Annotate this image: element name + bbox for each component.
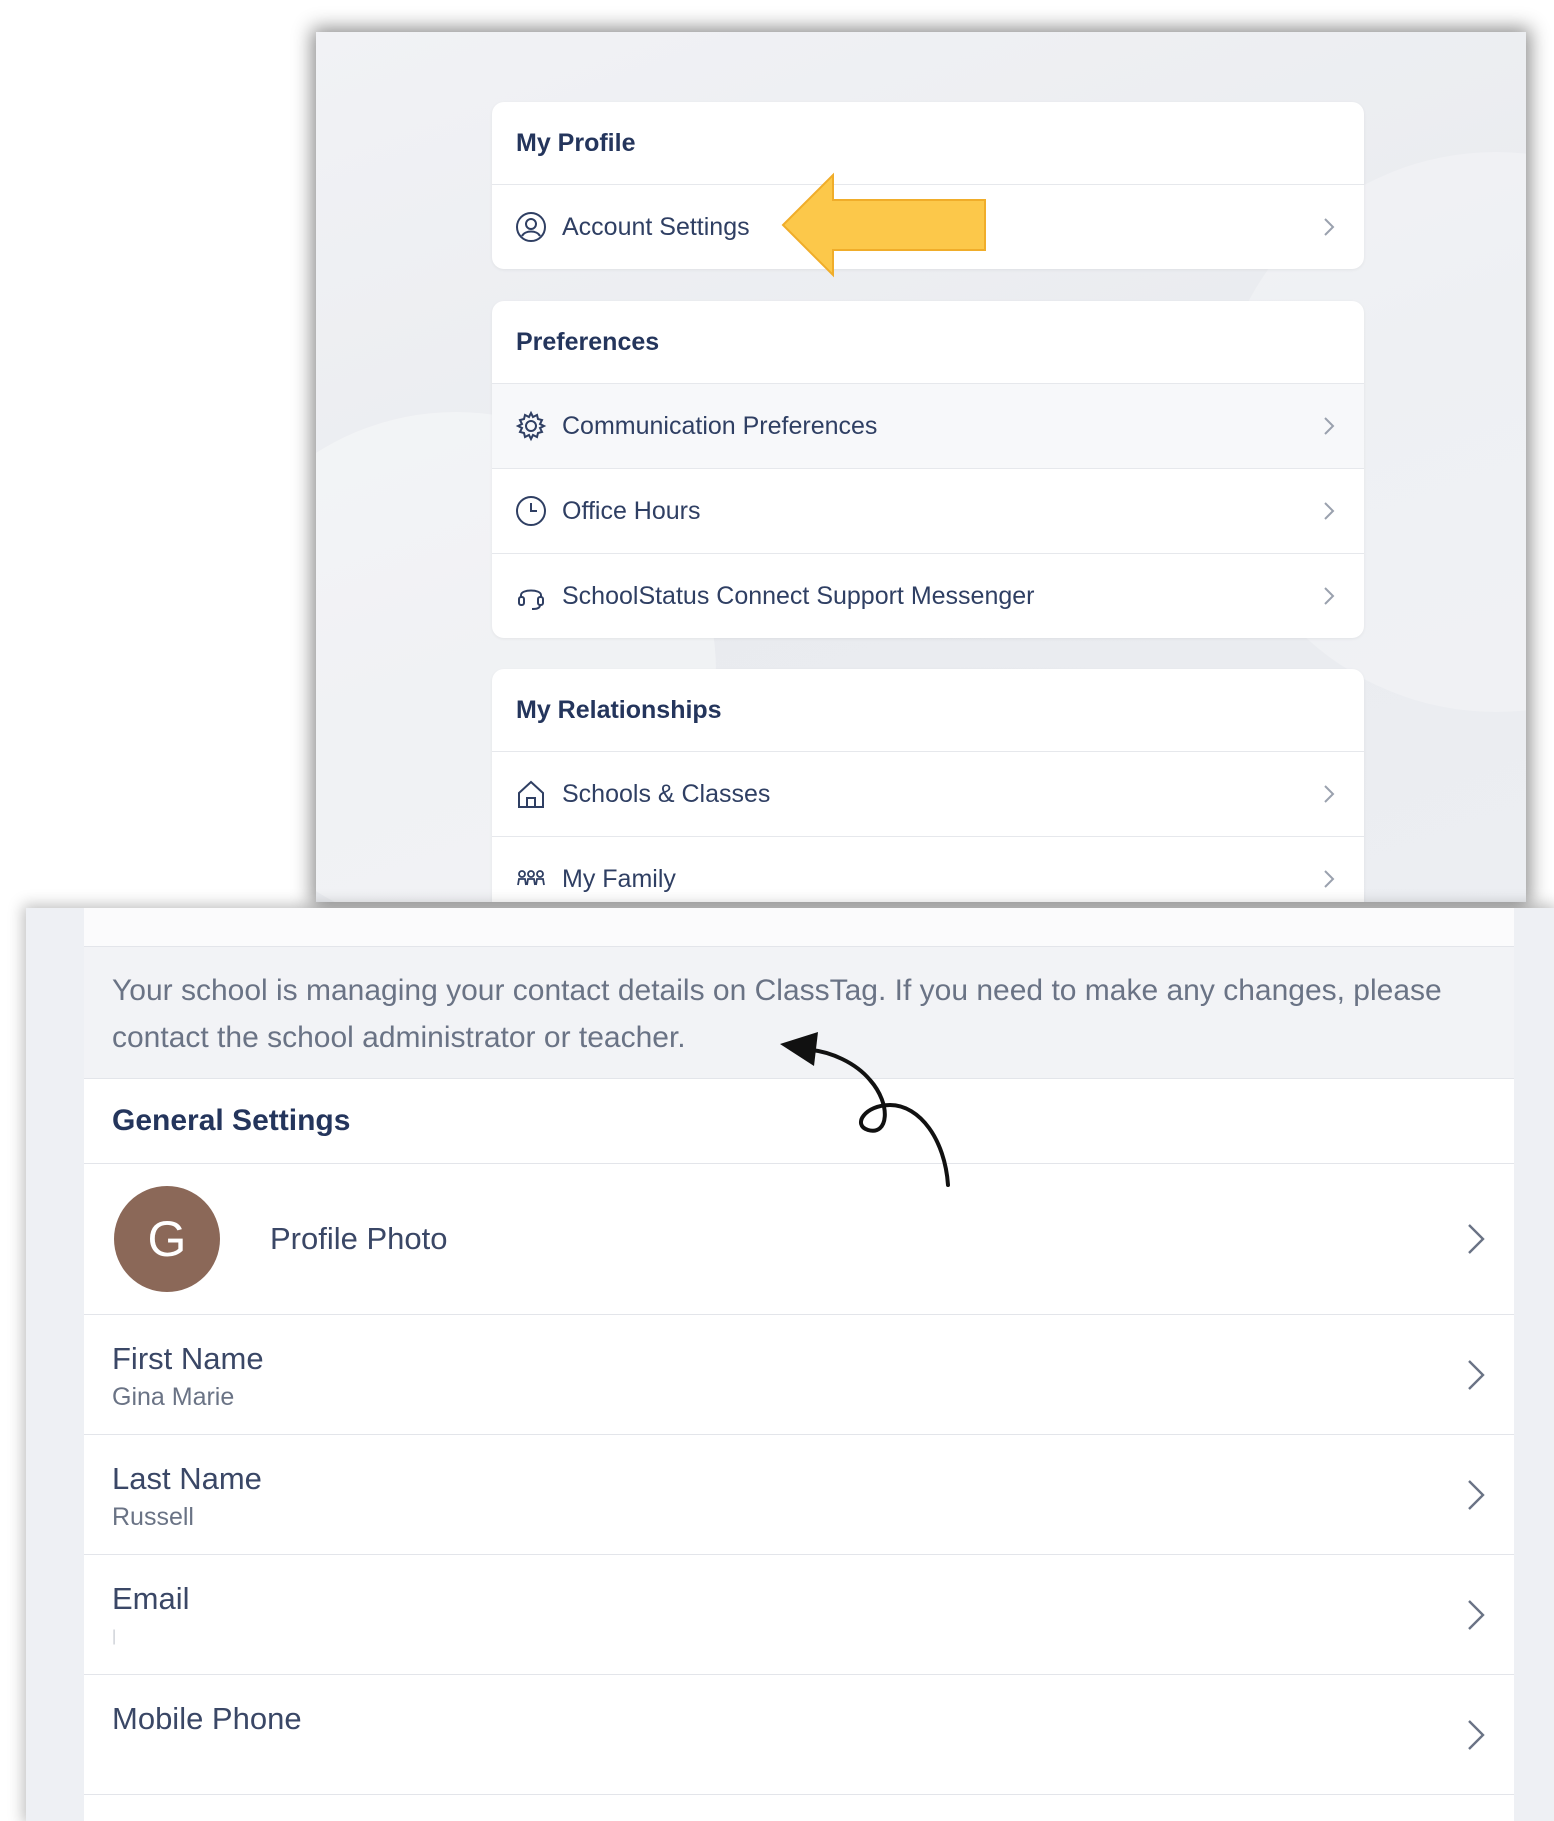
chevron-right-icon xyxy=(1468,1599,1485,1630)
communication-preferences-item[interactable]: Communication Preferences xyxy=(492,384,1364,469)
account-settings-label: Account Settings xyxy=(562,212,750,241)
chevron-right-icon xyxy=(1324,785,1335,803)
clock-icon xyxy=(514,494,548,528)
preferences-card: Preferences Communication Preferences Of… xyxy=(492,301,1364,638)
office-hours-item[interactable]: Office Hours xyxy=(492,469,1364,554)
family-icon xyxy=(514,862,548,896)
first-name-row[interactable]: First Name Gina Marie xyxy=(84,1315,1514,1435)
user-circle-icon xyxy=(514,210,548,244)
mobile-phone-row[interactable]: Mobile Phone xyxy=(84,1675,1514,1795)
top-screenshot-panel: My Profile Account Settings Preferences xyxy=(316,32,1526,902)
chevron-right-icon xyxy=(1324,870,1335,888)
mobile-phone-label: Mobile Phone xyxy=(112,1701,302,1736)
chevron-right-icon xyxy=(1468,1224,1485,1254)
avatar: G xyxy=(114,1186,220,1292)
gear-icon xyxy=(514,409,548,443)
chevron-right-icon xyxy=(1324,502,1335,520)
email-value: | xyxy=(112,1628,117,1645)
last-name-row[interactable]: Last Name Russell xyxy=(84,1435,1514,1555)
support-messenger-label: SchoolStatus Connect Support Messenger xyxy=(562,581,1035,610)
last-name-value: Russell xyxy=(112,1503,194,1531)
profile-photo-label: Profile Photo xyxy=(270,1221,448,1256)
email-label: Email xyxy=(112,1581,190,1616)
my-family-label: My Family xyxy=(562,864,676,893)
home-icon xyxy=(514,777,548,811)
my-family-item[interactable]: My Family xyxy=(492,837,1364,902)
support-messenger-item[interactable]: SchoolStatus Connect Support Messenger xyxy=(492,554,1364,638)
chevron-right-icon xyxy=(1468,1719,1485,1750)
first-name-label: First Name xyxy=(112,1341,264,1376)
my-relationships-heading: My Relationships xyxy=(492,669,1364,752)
preferences-heading: Preferences xyxy=(492,301,1364,384)
chevron-right-icon xyxy=(1468,1479,1485,1510)
yellow-pointer-arrow-icon xyxy=(781,172,986,278)
first-name-value: Gina Marie xyxy=(112,1383,235,1411)
schools-classes-item[interactable]: Schools & Classes xyxy=(492,752,1364,837)
office-hours-label: Office Hours xyxy=(562,496,701,525)
chevron-right-icon xyxy=(1324,218,1335,236)
schools-classes-label: Schools & Classes xyxy=(562,779,771,808)
chevron-right-icon xyxy=(1324,417,1335,435)
black-curved-arrow-icon xyxy=(780,1032,950,1187)
header-strip xyxy=(84,908,1514,947)
headset-icon xyxy=(514,579,548,613)
my-relationships-card: My Relationships Schools & Classes My Fa… xyxy=(492,669,1364,902)
chevron-right-icon xyxy=(1468,1359,1485,1390)
communication-preferences-label: Communication Preferences xyxy=(562,411,878,440)
chevron-right-icon xyxy=(1324,587,1335,605)
last-name-label: Last Name xyxy=(112,1461,262,1496)
email-row[interactable]: Email | xyxy=(84,1555,1514,1675)
